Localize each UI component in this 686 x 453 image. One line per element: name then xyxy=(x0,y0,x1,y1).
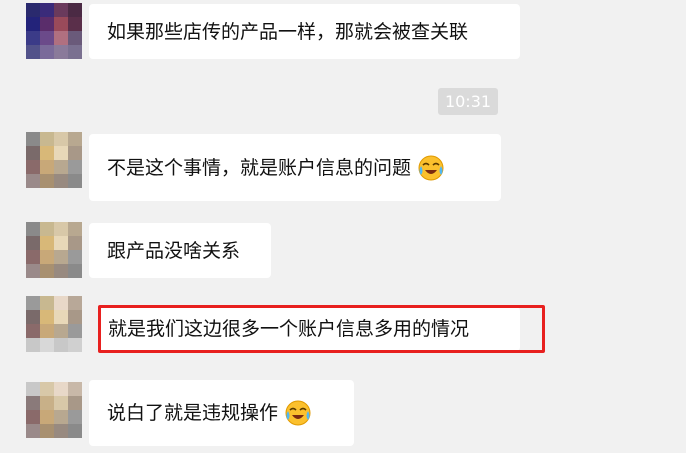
avatar[interactable] xyxy=(26,296,82,352)
message-text: 就是我们这边很多一个账户信息多用的情况 xyxy=(108,318,470,340)
message-bubble[interactable]: 不是这个事情，就是账户信息的问题 xyxy=(89,134,501,201)
message-bubble[interactable]: 如果那些店传的产品一样，那就会被查关联 xyxy=(89,4,520,59)
timestamp-text: 10:31 xyxy=(444,92,492,111)
message-text: 不是这个事情，就是账户信息的问题 xyxy=(107,156,412,179)
avatar[interactable] xyxy=(26,222,82,278)
laughing-crying-emoji-icon xyxy=(285,400,311,426)
message-bubble[interactable]: 说白了就是违规操作 xyxy=(89,380,354,446)
message-text: 跟产品没啥关系 xyxy=(107,239,241,262)
message-text: 如果那些店传的产品一样，那就会被查关联 xyxy=(107,20,469,43)
timestamp-badge: 10:31 xyxy=(438,88,498,115)
message-bubble[interactable]: 就是我们这边很多一个账户信息多用的情况 xyxy=(100,307,520,351)
avatar[interactable] xyxy=(26,3,82,59)
laughing-crying-emoji-icon xyxy=(418,155,444,180)
avatar[interactable] xyxy=(26,382,82,438)
message-text: 说白了就是违规操作 xyxy=(107,402,279,424)
avatar[interactable] xyxy=(26,132,82,188)
message-bubble[interactable]: 跟产品没啥关系 xyxy=(89,223,271,278)
